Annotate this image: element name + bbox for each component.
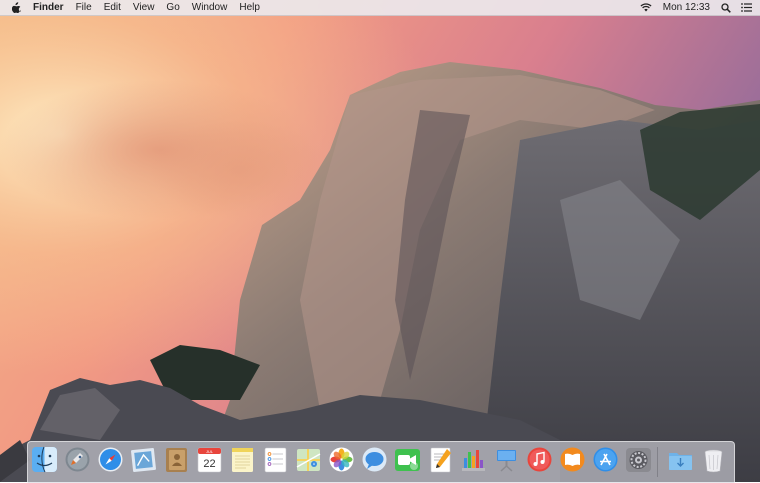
dock-ibooks[interactable] <box>559 446 586 475</box>
dock-system-preferences[interactable] <box>625 446 652 475</box>
dock-reminders[interactable] <box>262 446 289 475</box>
keynote-icon <box>497 450 516 472</box>
ibooks-icon <box>560 447 585 472</box>
notification-center-icon[interactable] <box>736 3 760 12</box>
itunes-icon <box>527 447 552 472</box>
menu-go[interactable]: Go <box>160 0 185 15</box>
dock-trash[interactable] <box>700 446 727 475</box>
dock-maps[interactable] <box>295 446 322 475</box>
calendar-day: 22 <box>203 458 215 470</box>
apple-menu-icon[interactable] <box>0 2 27 13</box>
wifi-icon[interactable] <box>635 3 657 12</box>
mail-icon <box>131 447 156 473</box>
dock-downloads-stack[interactable] <box>667 446 694 475</box>
downloads-folder-icon <box>669 453 692 470</box>
launchpad-icon <box>65 447 90 472</box>
dock-finder[interactable] <box>31 446 58 475</box>
menu-view[interactable]: View <box>127 0 161 15</box>
dock-itunes[interactable] <box>526 446 553 475</box>
reminders-icon <box>264 447 287 473</box>
system-preferences-icon <box>626 448 651 472</box>
facetime-icon <box>395 449 420 471</box>
dock-messages[interactable] <box>361 446 388 475</box>
menu-window[interactable]: Window <box>186 0 234 15</box>
dock-mail[interactable] <box>130 446 157 475</box>
clock[interactable]: Mon 12:33 <box>657 0 716 15</box>
photos-icon <box>329 447 354 472</box>
dock-calendar[interactable]: JUL 22 <box>196 446 223 475</box>
dock-notes[interactable] <box>229 446 256 475</box>
dock-safari[interactable] <box>97 446 124 475</box>
menu-help[interactable]: Help <box>233 0 266 15</box>
trash-icon <box>704 449 723 473</box>
dock-numbers[interactable] <box>460 446 487 475</box>
dock: JUL 22 <box>27 441 735 483</box>
app-store-icon <box>593 447 618 472</box>
safari-icon <box>98 447 123 472</box>
dock-app-store[interactable] <box>592 446 619 475</box>
menu-file[interactable]: File <box>70 0 98 15</box>
menu-edit[interactable]: Edit <box>98 0 127 15</box>
dock-separator <box>657 447 658 477</box>
messages-icon <box>362 447 387 472</box>
maps-icon <box>296 449 321 471</box>
spotlight-search-icon[interactable] <box>716 2 736 13</box>
app-menu-finder[interactable]: Finder <box>27 0 70 15</box>
menu-bar: Finder File Edit View Go Window Help Mon… <box>0 0 760 16</box>
dock-pages[interactable] <box>427 446 454 475</box>
calendar-month: JUL <box>206 449 214 454</box>
calendar-icon: JUL 22 <box>197 447 222 473</box>
dock-photos[interactable] <box>328 446 355 475</box>
dock-facetime[interactable] <box>394 446 421 475</box>
pages-icon <box>430 447 451 473</box>
dock-launchpad[interactable] <box>64 446 91 475</box>
notes-icon <box>232 448 253 472</box>
dock-contacts[interactable] <box>163 446 190 475</box>
desktop-wallpaper <box>0 0 760 482</box>
dock-keynote[interactable] <box>493 446 520 475</box>
contacts-icon <box>166 448 187 472</box>
finder-icon <box>32 446 57 473</box>
numbers-icon <box>462 450 485 471</box>
